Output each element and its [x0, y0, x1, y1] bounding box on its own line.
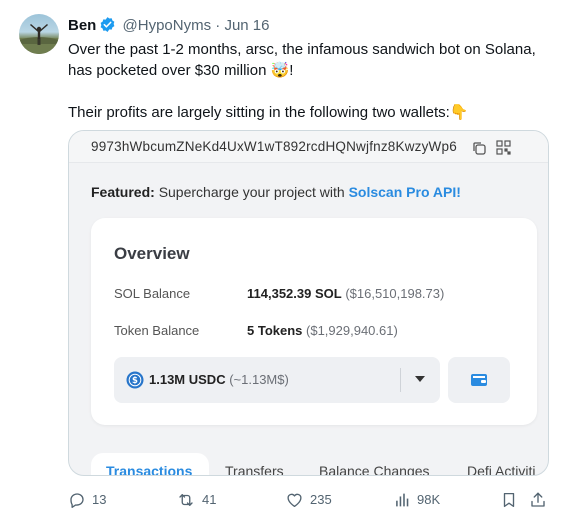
tweet-text: Over the past 1-2 months, arsc, the infa…: [68, 39, 558, 123]
separator-dot: ·: [215, 17, 221, 34]
tweet-text-line: has pocketed over $30 million 🤯!: [68, 62, 294, 79]
tab-transactions: Transactions: [106, 463, 193, 476]
share-button[interactable]: [529, 488, 553, 512]
select-divider: [400, 368, 401, 392]
views-icon: [396, 493, 409, 507]
tweet-text-line: Their profits are largely sitting in the…: [68, 104, 469, 121]
like-button[interactable]: 235: [285, 488, 332, 512]
wallet-icon: [471, 374, 487, 386]
verified-badge-icon: [99, 16, 116, 39]
chevron-down-icon: [415, 376, 425, 382]
action-bar: 13 41 235 98K: [0, 488, 570, 512]
tab-balance-changes: Balance Changes: [319, 463, 430, 476]
share-icon: [531, 492, 545, 507]
repost-icon: [179, 494, 193, 506]
sol-balance-usd: ($16,510,198.73): [345, 286, 445, 301]
svg-text:$: $: [132, 376, 138, 386]
sol-balance-amount: 114,352.39 SOL: [247, 286, 342, 301]
views-button[interactable]: 98K: [394, 488, 440, 512]
token-select: $ 1.13M USDC (~1.13M$): [114, 357, 440, 403]
token-balance-usd: ($1,929,940.61): [306, 323, 398, 338]
author-name[interactable]: Ben: [68, 17, 96, 34]
tabs: Transactions Transfers Balance Changes D…: [69, 453, 548, 476]
reply-button[interactable]: 13: [68, 488, 106, 512]
address-bar: 9973hWbcumZNeKd4UxW1wT892rcdHQNwjfnz8Kwz…: [69, 131, 548, 163]
tweet-header: Ben @HypoNyms · Jun 16: [68, 16, 269, 39]
featured-label: Featured:: [91, 184, 155, 200]
token-balance-value: 5 Tokens ($1,929,940.61): [247, 323, 398, 338]
bookmark-icon: [503, 492, 515, 508]
token-balance-count: 5 Tokens: [247, 323, 303, 338]
token-select-amount: 1.13M USDC: [149, 372, 226, 387]
featured-link: Solscan Pro API!: [348, 184, 461, 200]
author-handle[interactable]: @HypoNyms: [123, 17, 212, 34]
bookmark-button[interactable]: [500, 488, 524, 512]
wallet-button: [448, 357, 510, 403]
wallet-address: 9973hWbcumZNeKd4UxW1wT892rcdHQNwjfnz8Kwz…: [91, 139, 457, 154]
embedded-screenshot[interactable]: 9973hWbcumZNeKd4UxW1wT892rcdHQNwjfnz8Kwz…: [68, 130, 549, 476]
featured-text: Supercharge your project with: [158, 184, 345, 200]
tweet-date[interactable]: Jun 16: [224, 17, 269, 34]
tab-defi-activities: Defi Activiti: [467, 463, 536, 476]
token-select-value: 1.13M USDC (~1.13M$): [149, 372, 289, 387]
token-balance-label: Token Balance: [114, 323, 200, 338]
sol-balance-value: 114,352.39 SOL ($16,510,198.73): [247, 286, 444, 301]
usdc-icon: $: [126, 371, 144, 394]
repost-count: 41: [202, 492, 217, 507]
featured-banner: Featured: Supercharge your project with …: [91, 184, 461, 200]
token-select-sub: (~1.13M$): [229, 372, 289, 387]
tweet-text-line: Over the past 1-2 months, arsc, the infa…: [68, 41, 536, 58]
tweet: Ben @HypoNyms · Jun 16 Over the past 1-2…: [0, 0, 570, 526]
overview-card: Overview SOL Balance 114,352.39 SOL ($16…: [91, 218, 537, 425]
like-count: 235: [310, 492, 332, 507]
like-icon: [287, 493, 302, 508]
copy-icon: [472, 141, 486, 160]
tab-transfers: Transfers: [225, 463, 284, 476]
views-count: 98K: [417, 492, 441, 507]
repost-button[interactable]: 41: [176, 488, 216, 512]
reply-icon: [70, 493, 84, 508]
reply-count: 13: [92, 492, 107, 507]
sol-balance-label: SOL Balance: [114, 286, 191, 301]
qr-icon: [496, 140, 511, 160]
avatar[interactable]: [19, 14, 59, 54]
overview-title: Overview: [114, 244, 190, 263]
